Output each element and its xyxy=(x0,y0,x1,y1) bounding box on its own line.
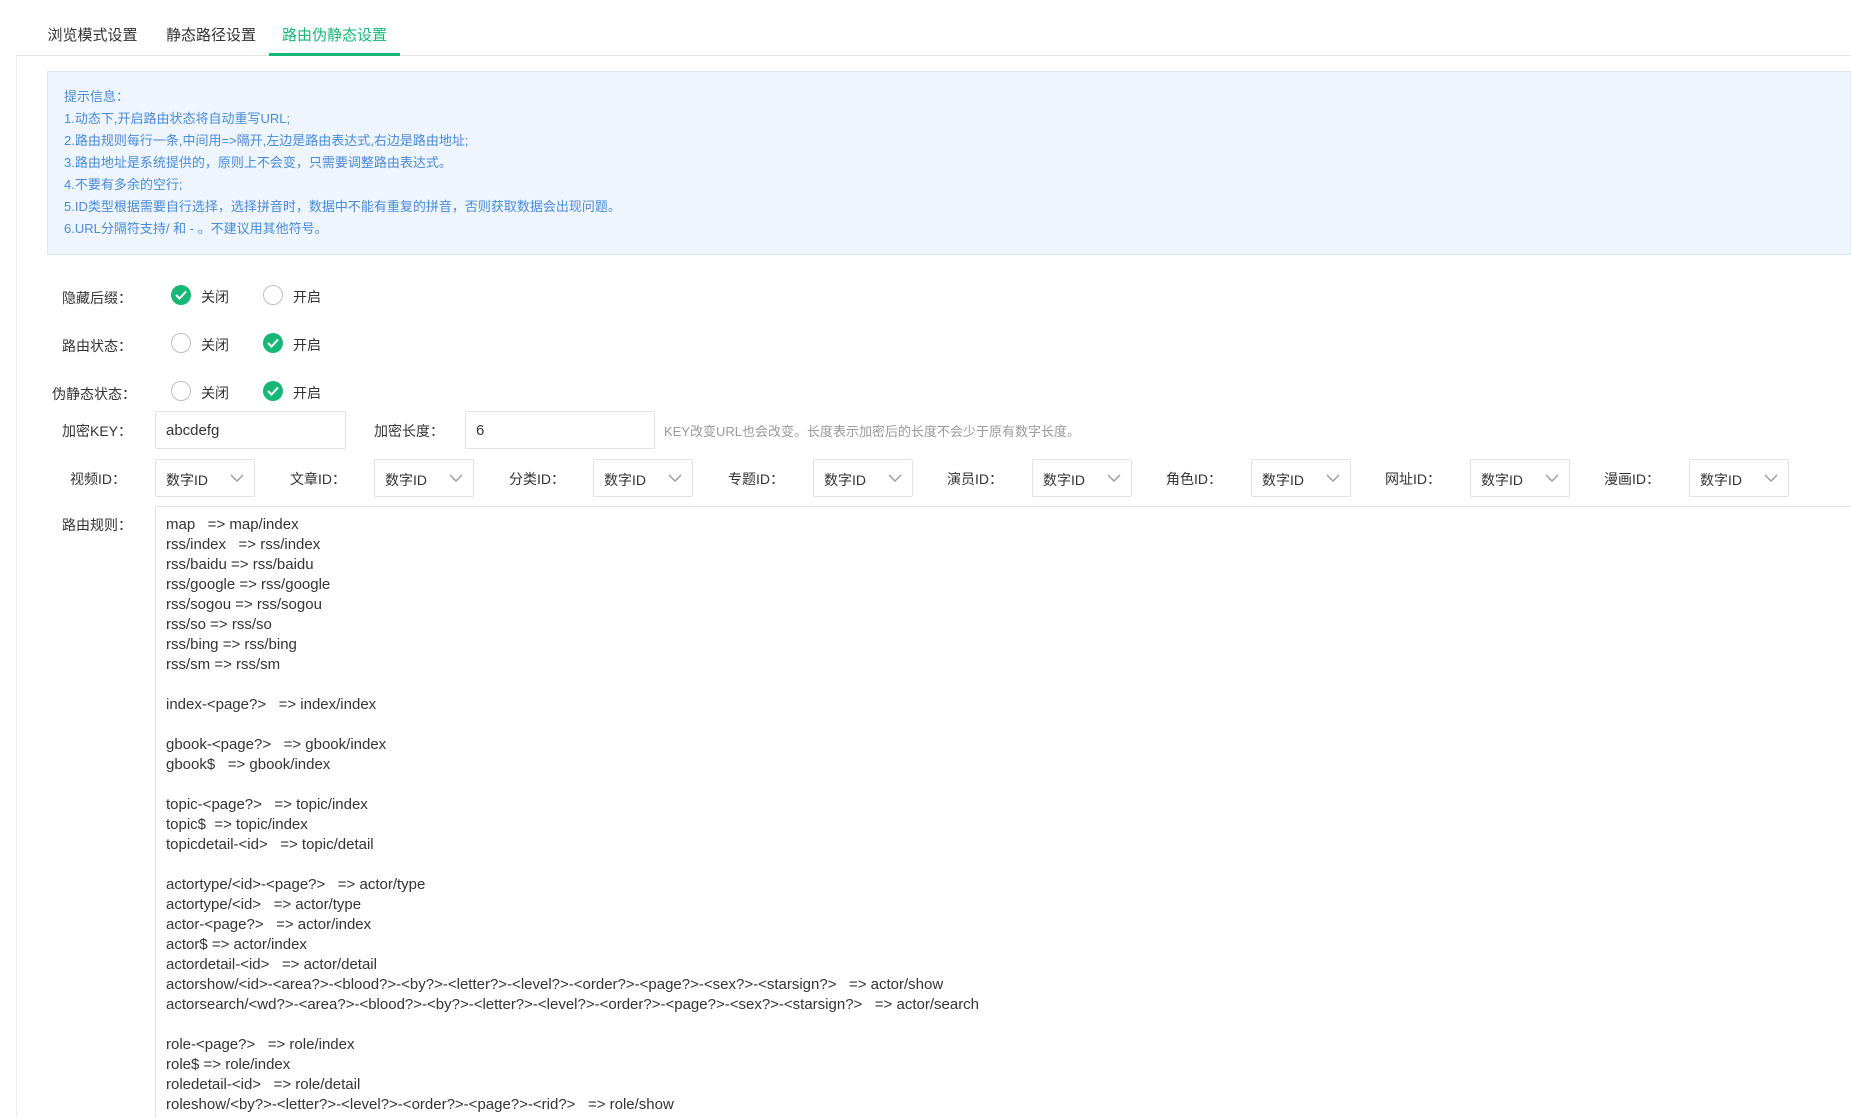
comic-id-select[interactable]: 数字ID xyxy=(1689,459,1789,497)
comic-id-label: 漫画ID： xyxy=(1604,471,1660,487)
checkmark-icon xyxy=(171,285,191,305)
tip-line: 4.不要有多余的空行; xyxy=(64,177,183,192)
chevron-down-icon xyxy=(1545,474,1559,482)
article-id-label: 文章ID： xyxy=(290,471,346,487)
route-status-label: 路由状态： xyxy=(62,338,132,354)
tab-bar: 浏览模式设置 静态路径设置 路由伪静态设置 xyxy=(16,0,1851,56)
rule-line: role$ => role/index xyxy=(166,1056,291,1073)
rule-line: role-<page?> => role/index xyxy=(166,1036,355,1053)
rule-line: index-<page?> => index/index xyxy=(166,696,377,713)
chevron-down-icon xyxy=(1764,474,1778,482)
radio-label: 关闭 xyxy=(201,289,229,305)
radio-circle-icon xyxy=(263,285,283,305)
pseudo-status-label: 伪静态状态： xyxy=(52,386,136,402)
encrypt-hint: KEY改变URL也会改变。长度表示加密后的长度不会少于原有数字长度。 xyxy=(664,424,1081,439)
pseudo-status-off-radio[interactable]: 关闭 xyxy=(171,381,241,405)
chevron-down-icon xyxy=(449,474,463,482)
category-id-select[interactable]: 数字ID xyxy=(593,459,693,497)
tip-line: 3.路由地址是系统提供的，原则上不会变，只需要调整路由表达式。 xyxy=(64,155,452,170)
category-id-label: 分类ID： xyxy=(509,471,565,487)
topic-id-select[interactable]: 数字ID xyxy=(813,459,913,497)
encrypt-length-label: 加密长度： xyxy=(374,423,444,439)
rule-line: topicdetail-<id> => topic/detail xyxy=(166,836,374,853)
video-id-label: 视频ID： xyxy=(70,471,126,487)
role-id-label: 角色ID： xyxy=(1166,471,1222,487)
pseudo-status-on-radio[interactable]: 开启 xyxy=(263,381,333,405)
radio-label: 关闭 xyxy=(201,385,229,401)
website-id-select[interactable]: 数字ID xyxy=(1470,459,1570,497)
rule-line: actor-<page?> => actor/index xyxy=(166,916,372,933)
tab-static-path[interactable]: 静态路径设置 xyxy=(153,0,269,55)
route-rules-label: 路由规则： xyxy=(62,517,132,533)
rule-line: rss/index => rss/index xyxy=(166,536,321,553)
rule-line: gbook-<page?> => gbook/index xyxy=(166,736,387,753)
rule-line: rss/baidu => rss/baidu xyxy=(166,556,314,573)
hide-suffix-label: 隐藏后缀： xyxy=(62,290,132,306)
chevron-down-icon xyxy=(1326,474,1340,482)
chevron-down-icon xyxy=(1107,474,1121,482)
radio-circle-icon xyxy=(171,333,191,353)
rule-line xyxy=(166,1015,1841,1035)
content-border xyxy=(16,56,17,1118)
rule-line xyxy=(166,715,1841,735)
tab-browse-mode[interactable]: 浏览模式设置 xyxy=(32,0,153,55)
radio-label: 开启 xyxy=(293,289,321,305)
rule-line xyxy=(166,775,1841,795)
checkmark-icon xyxy=(263,381,283,401)
rule-line: rss/sm => rss/sm xyxy=(166,656,281,673)
route-status-on-radio[interactable]: 开启 xyxy=(263,333,333,357)
tip-line: 2.路由规则每行一条,中间用=>隔开,左边是路由表达式,右边是路由地址; xyxy=(64,133,469,148)
encrypt-length-input[interactable] xyxy=(465,411,655,449)
rule-line: rss/bing => rss/bing xyxy=(166,636,297,653)
radio-circle-icon xyxy=(171,381,191,401)
rule-line: actortype/<id> => actor/type xyxy=(166,896,362,913)
rule-line: topic$ => topic/index xyxy=(166,816,308,833)
rule-line: actorshow/<id>-<area?>-<blood?>-<by?>-<l… xyxy=(166,976,944,993)
website-id-label: 网址ID： xyxy=(1385,471,1441,487)
rule-line: actorsearch/<wd?>-<area?>-<blood?>-<by?>… xyxy=(166,996,980,1013)
chevron-down-icon xyxy=(668,474,682,482)
route-rules-textarea[interactable]: map => map/index rss/index => rss/index rs… xyxy=(155,506,1851,1118)
actor-id-select[interactable]: 数字ID xyxy=(1032,459,1132,497)
rule-line: rss/google => rss/google xyxy=(166,576,331,593)
rule-line: rss/sogou => rss/sogou xyxy=(166,596,322,613)
rule-line: roledetail-<id> => role/detail xyxy=(166,1076,361,1093)
article-id-select[interactable]: 数字ID xyxy=(374,459,474,497)
tip-title: 提示信息： xyxy=(64,89,130,104)
route-status-off-radio[interactable]: 关闭 xyxy=(171,333,241,357)
rule-line xyxy=(166,855,1841,875)
tip-line: 5.ID类型根据需要自行选择，选择拼音时，数据中不能有重复的拼音，否则获取数据会… xyxy=(64,199,621,214)
rule-line: gbook$ => gbook/index xyxy=(166,756,331,773)
encrypt-key-label: 加密KEY： xyxy=(61,423,132,439)
chevron-down-icon xyxy=(888,474,902,482)
chevron-down-icon xyxy=(230,474,244,482)
rule-line: rss/so => rss/so xyxy=(166,616,272,633)
rule-line: actortype/<id>-<page?> => actor/type xyxy=(166,876,426,893)
rule-line: actor$ => actor/index xyxy=(166,936,307,953)
actor-id-label: 演员ID： xyxy=(947,471,1003,487)
tab-route-rewrite[interactable]: 路由伪静态设置 xyxy=(269,0,400,56)
rule-line: topic-<page?> => topic/index xyxy=(166,796,368,813)
rule-line: map => map/index xyxy=(166,516,299,533)
radio-label: 开启 xyxy=(293,337,321,353)
rule-line xyxy=(166,675,1841,695)
tip-box: 提示信息： 1.动态下,开启路由状态将自动重写URL; 2.路由规则每行一条,中… xyxy=(47,71,1851,255)
radio-label: 关闭 xyxy=(201,337,229,353)
hide-suffix-on-radio[interactable]: 开启 xyxy=(263,285,333,309)
tip-line: 1.动态下,开启路由状态将自动重写URL; xyxy=(64,111,291,126)
tip-line: 6.URL分隔符支持/ 和 - 。不建议用其他符号。 xyxy=(64,221,328,236)
encrypt-key-input[interactable] xyxy=(155,411,346,449)
rule-line: actordetail-<id> => actor/detail xyxy=(166,956,377,973)
radio-label: 开启 xyxy=(293,385,321,401)
checkmark-icon xyxy=(263,333,283,353)
topic-id-label: 专题ID： xyxy=(728,471,784,487)
hide-suffix-off-radio[interactable]: 关闭 xyxy=(171,285,241,309)
rule-line: roleshow/<by?>-<letter?>-<level?>-<order… xyxy=(166,1096,674,1113)
role-id-select[interactable]: 数字ID xyxy=(1251,459,1351,497)
video-id-select[interactable]: 数字ID xyxy=(155,459,255,497)
